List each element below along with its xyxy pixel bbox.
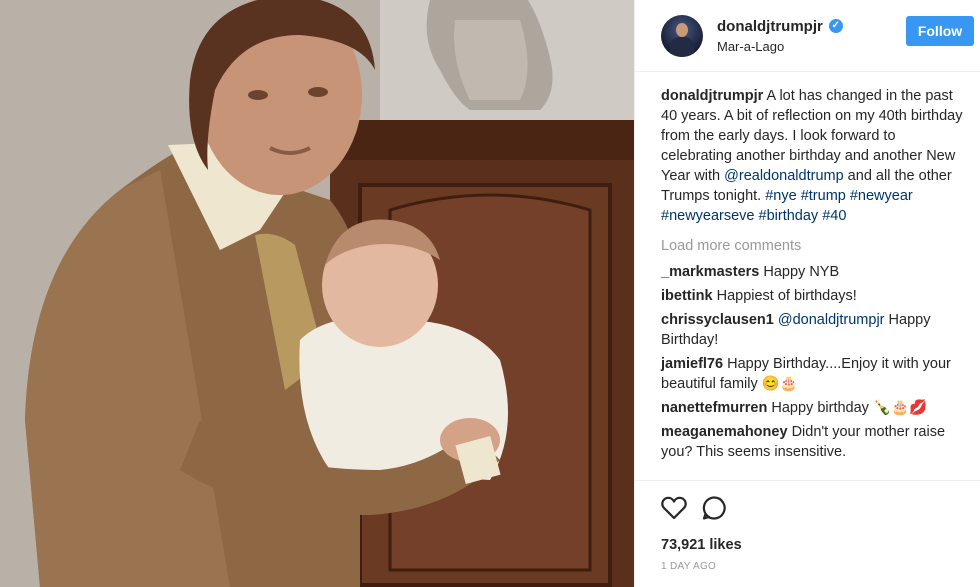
comments-section: donaldjtrumpjr A lot has changed in the … bbox=[635, 72, 980, 462]
comment-item: chrissyclausen1 @donaldjtrumpjr Happy Bi… bbox=[661, 310, 970, 350]
post-details-panel: donaldjtrumpjr ✓ Mar-a-Lago Follow donal… bbox=[634, 0, 980, 587]
comment-text: Happy birthday 🍾🎂💋 bbox=[771, 400, 928, 416]
post-timestamp[interactable]: 1 DAY AGO bbox=[661, 561, 980, 572]
avatar-head bbox=[676, 22, 688, 37]
avatar[interactable] bbox=[661, 14, 703, 57]
username-row: donaldjtrumpjr ✓ bbox=[717, 18, 843, 35]
comment-user[interactable]: meaganemahoney bbox=[661, 424, 788, 440]
comment-item: ibettink Happiest of birthdays! bbox=[661, 286, 970, 306]
location-link[interactable]: Mar-a-Lago bbox=[717, 39, 843, 54]
comment-text: Happiest of birthdays! bbox=[716, 288, 857, 304]
comment-item: meaganemahoney Didn't your mother raise … bbox=[661, 422, 970, 462]
comment-user[interactable]: jamiefl76 bbox=[661, 356, 723, 372]
comment-item: _markmasters Happy NYB bbox=[661, 262, 970, 282]
comment-item: jamiefl76 Happy Birthday....Enjoy it wit… bbox=[661, 354, 970, 394]
post-actions: 73,921 likes 1 DAY AGO bbox=[635, 480, 980, 572]
comment-user[interactable]: nanettefmurren bbox=[661, 400, 767, 416]
post-header: donaldjtrumpjr ✓ Mar-a-Lago Follow bbox=[635, 0, 980, 72]
comment-item: nanettefmurren Happy birthday 🍾🎂💋 bbox=[661, 398, 970, 418]
username-link[interactable]: donaldjtrumpjr bbox=[717, 18, 823, 35]
avatar-body bbox=[670, 36, 694, 57]
heart-icon[interactable] bbox=[661, 496, 687, 520]
follow-button[interactable]: Follow bbox=[906, 16, 974, 46]
likes-count[interactable]: 73,921 likes bbox=[661, 537, 980, 553]
caption: donaldjtrumpjr A lot has changed in the … bbox=[661, 86, 970, 226]
comment-mention[interactable]: @donaldjtrumpjr bbox=[778, 312, 885, 328]
comment-user[interactable]: _markmasters bbox=[661, 264, 759, 280]
author-info: donaldjtrumpjr ✓ Mar-a-Lago bbox=[717, 18, 843, 54]
post-photo[interactable] bbox=[0, 0, 634, 587]
comment-text: Happy NYB bbox=[763, 264, 840, 280]
comment-user[interactable]: chrissyclausen1 bbox=[661, 312, 774, 328]
comment-bubble-icon[interactable] bbox=[701, 495, 727, 521]
verified-badge-icon: ✓ bbox=[828, 19, 843, 33]
comment-user[interactable]: ibettink bbox=[661, 288, 713, 304]
action-icons bbox=[661, 493, 980, 523]
load-more-comments-link[interactable]: Load more comments bbox=[661, 236, 970, 256]
caption-author[interactable]: donaldjtrumpjr bbox=[661, 88, 763, 104]
caption-mention[interactable]: @realdonaldtrump bbox=[724, 168, 844, 184]
post-photo-illustration bbox=[0, 0, 634, 587]
